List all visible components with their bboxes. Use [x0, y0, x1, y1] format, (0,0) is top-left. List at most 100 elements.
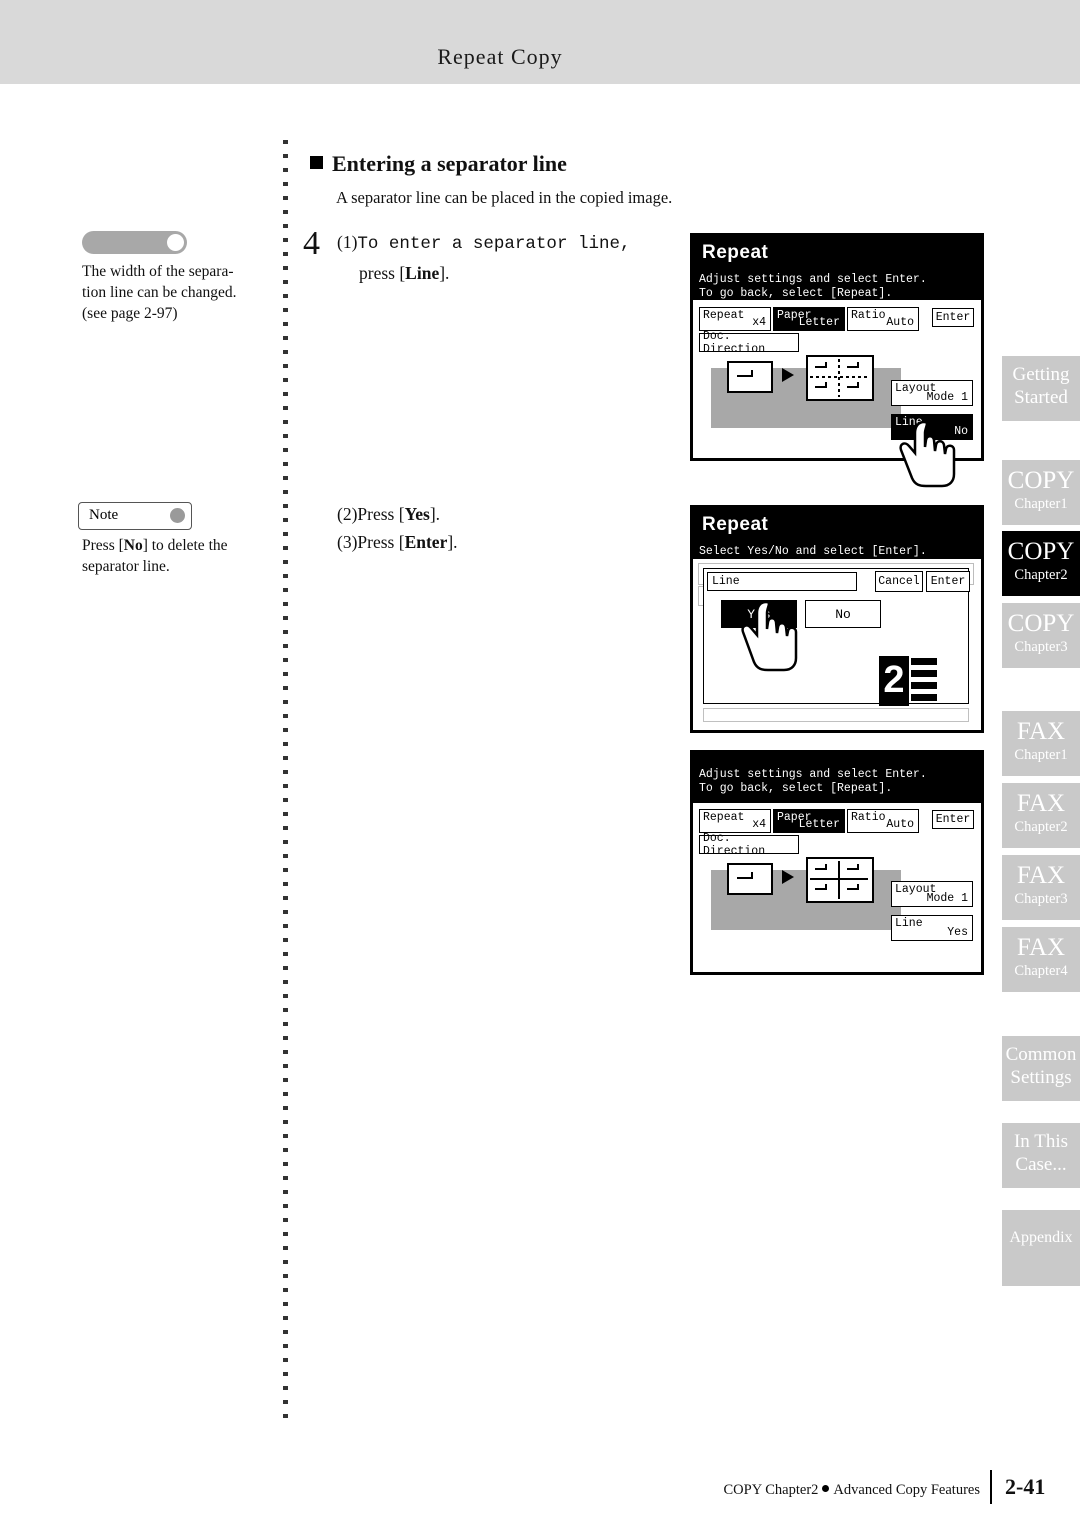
sidetab-appendix-label: Appendix: [1009, 1229, 1073, 1246]
sidetab-fax-chapter3[interactable]: FAX Chapter3: [1002, 855, 1080, 920]
note-dot-icon: [170, 508, 185, 523]
step-1-line2-bold: Line: [405, 263, 440, 283]
lcd1-message-line2: To go back, select [Repeat].: [699, 287, 893, 300]
lcd1-button-layout-value: Mode 1: [926, 391, 968, 404]
step-3-post: ].: [447, 532, 458, 552]
lcd2-button-enter[interactable]: Enter: [926, 571, 970, 592]
lcd3-button-ratio-value: Auto: [886, 818, 914, 831]
sidetab-fax-chapter1[interactable]: FAX Chapter1: [1002, 711, 1080, 776]
step-1-index: (1): [337, 232, 358, 252]
lcd3-button-paper[interactable]: Paper Letter: [773, 809, 845, 833]
lcd3-button-line[interactable]: Line Yes: [891, 915, 973, 941]
footer-text-post: Advanced Copy Features: [833, 1482, 980, 1498]
lcd2-message-line1: Select Yes/No and select [Enter].: [699, 545, 927, 558]
sidetab-copy-chapter1[interactable]: COPY Chapter1: [1002, 460, 1080, 525]
lcd1-button-repeat[interactable]: Repeat x4: [699, 307, 771, 331]
lcd2-button-no-label: No: [835, 606, 851, 622]
sidetab-in-this-case-line2: Case...: [1015, 1154, 1067, 1175]
margin-note-delete-pre: Press [: [82, 537, 124, 554]
lcd1-button-ratio[interactable]: Ratio Auto: [847, 307, 919, 331]
section-subtext: A separator line can be placed in the co…: [336, 188, 673, 207]
lcd1-button-enter[interactable]: Enter: [932, 308, 974, 327]
page-title: Repeat Copy: [0, 44, 1080, 70]
step-1-instruction: (1)To enter a separator line, press [Lin…: [337, 228, 667, 290]
lcd1-preview-q1b: [825, 362, 827, 367]
margin-note-width-line2: tion line can be changed.: [82, 284, 237, 301]
lcd3-preview-q1b: [825, 864, 827, 869]
sidetab-copy-chapter2[interactable]: COPY Chapter2: [1002, 531, 1080, 596]
lcd1-preview-result-page: [806, 355, 874, 401]
lcd1-button-doc-direction[interactable]: Doc. Direction: [699, 330, 799, 356]
page-header-band: [0, 0, 1080, 84]
margin-note-delete-line: Press [No] to delete the separator line.: [82, 535, 277, 577]
lcd2-button-cancel[interactable]: Cancel: [875, 571, 923, 592]
sidetab-fax-chapter3-line1: FAX: [1016, 862, 1066, 889]
lcd2-title: Repeat: [693, 508, 981, 542]
lcd1-title: Repeat: [693, 236, 981, 270]
step-2-index: (2): [337, 504, 358, 524]
sidetab-fax-chapter2[interactable]: FAX Chapter2: [1002, 783, 1080, 848]
step-2-instruction: (2)Press [Yes].: [337, 500, 440, 528]
lcd3-button-ratio-label: Ratio: [851, 811, 886, 824]
lcd1-preview-original-page: [727, 361, 773, 393]
lcd3-preview-arrow-icon: [782, 870, 794, 884]
lcd2-field-line: Line: [707, 572, 857, 591]
step-3-pre: Press [: [357, 532, 405, 552]
step-3-instruction: (3)Press [Enter].: [337, 528, 458, 556]
lcd3-button-paper-value: Letter: [798, 818, 840, 831]
lcd1-message-line1: Adjust settings and select Enter.: [699, 273, 927, 286]
lcd2-keypad-glyph: 2: [879, 656, 937, 706]
sidetab-common-settings-line2: Settings: [1010, 1067, 1072, 1088]
sidetab-common-settings[interactable]: Common Settings: [1002, 1036, 1080, 1101]
lcd1-button-repeat-label: Repeat: [703, 309, 745, 322]
lcd1-button-layout[interactable]: Layout Mode 1: [891, 380, 973, 406]
hand-cursor-icon-1: [899, 420, 956, 488]
step-2-bold: Yes: [404, 504, 430, 524]
step-3-index: (3): [337, 532, 358, 552]
lcd1-preview-arrow-icon: [782, 368, 794, 382]
lcd3-message-bar: Adjust settings and select Enter. To go …: [693, 753, 981, 803]
info-pill-dot-icon: [167, 234, 184, 251]
sidetab-getting-started[interactable]: Getting Started: [1002, 356, 1080, 421]
step-3-bold: Enter: [404, 532, 448, 552]
lcd3-button-enter-label: Enter: [935, 813, 971, 826]
sidetab-fax-chapter4[interactable]: FAX Chapter4: [1002, 927, 1080, 992]
lcd2-bottom-strip: [703, 708, 969, 722]
sidetab-in-this-case[interactable]: In This Case...: [1002, 1123, 1080, 1188]
sidetab-fax-chapter4-line1: FAX: [1016, 934, 1066, 961]
lcd3-button-repeat-label: Repeat: [703, 811, 745, 824]
sidetab-common-settings-line1: Common: [1005, 1044, 1077, 1065]
lcd3-button-doc-direction-label: Doc. Direction: [703, 831, 766, 858]
lcd3-button-enter[interactable]: Enter: [932, 810, 974, 829]
hand-cursor-icon-2: [741, 600, 798, 672]
lcd3-button-line-value: Yes: [947, 926, 968, 939]
margin-note-width: The width of the separa- tion line can b…: [82, 261, 277, 324]
sidetab-copy-chapter3-line2: Chapter3: [1014, 639, 1068, 655]
lcd2-button-no[interactable]: No: [805, 600, 881, 628]
footer-page-number: 2-41: [1005, 1474, 1046, 1499]
lcd3-preview-original-mark2: [751, 872, 753, 879]
lcd3-message-line2: To go back, select [Repeat].: [699, 782, 893, 795]
sidetab-copy-chapter2-line2: Chapter2: [1014, 567, 1068, 583]
info-pill-badge: [82, 231, 187, 254]
sidetab-copy-chapter3[interactable]: COPY Chapter3: [1002, 603, 1080, 668]
lcd3-button-ratio[interactable]: Ratio Auto: [847, 809, 919, 833]
lcd1-preview-divider-v: [838, 359, 840, 397]
lcd1-button-paper[interactable]: Paper Letter: [773, 307, 845, 331]
section-heading-text: Entering a separator line: [332, 151, 567, 176]
sidetab-in-this-case-line1: In This: [1013, 1131, 1068, 1152]
footer-text: COPY Chapter2 Advanced Copy Features: [700, 1482, 981, 1499]
lcd3-button-repeat[interactable]: Repeat x4: [699, 809, 771, 833]
lcd3-preview-q4b: [857, 884, 859, 889]
lcd3-button-layout[interactable]: Layout Mode 1: [891, 881, 973, 907]
lcd2-message-bar: Select Yes/No and select [Enter].: [693, 542, 981, 559]
lcd3-message-line1: Adjust settings and select Enter.: [699, 768, 927, 781]
step-2-pre: Press [: [357, 504, 405, 524]
step-2-post: ].: [429, 504, 441, 524]
step-1-line2-pre: press [: [359, 263, 406, 283]
sidetab-appendix[interactable]: Appendix: [1002, 1210, 1080, 1286]
lcd3-button-doc-direction[interactable]: Doc. Direction: [699, 832, 799, 858]
note-callout-box: Note: [78, 502, 192, 530]
sidetab-fax-chapter2-line2: Chapter2: [1014, 819, 1068, 835]
sidetab-fax-chapter4-line2: Chapter4: [1014, 963, 1068, 979]
